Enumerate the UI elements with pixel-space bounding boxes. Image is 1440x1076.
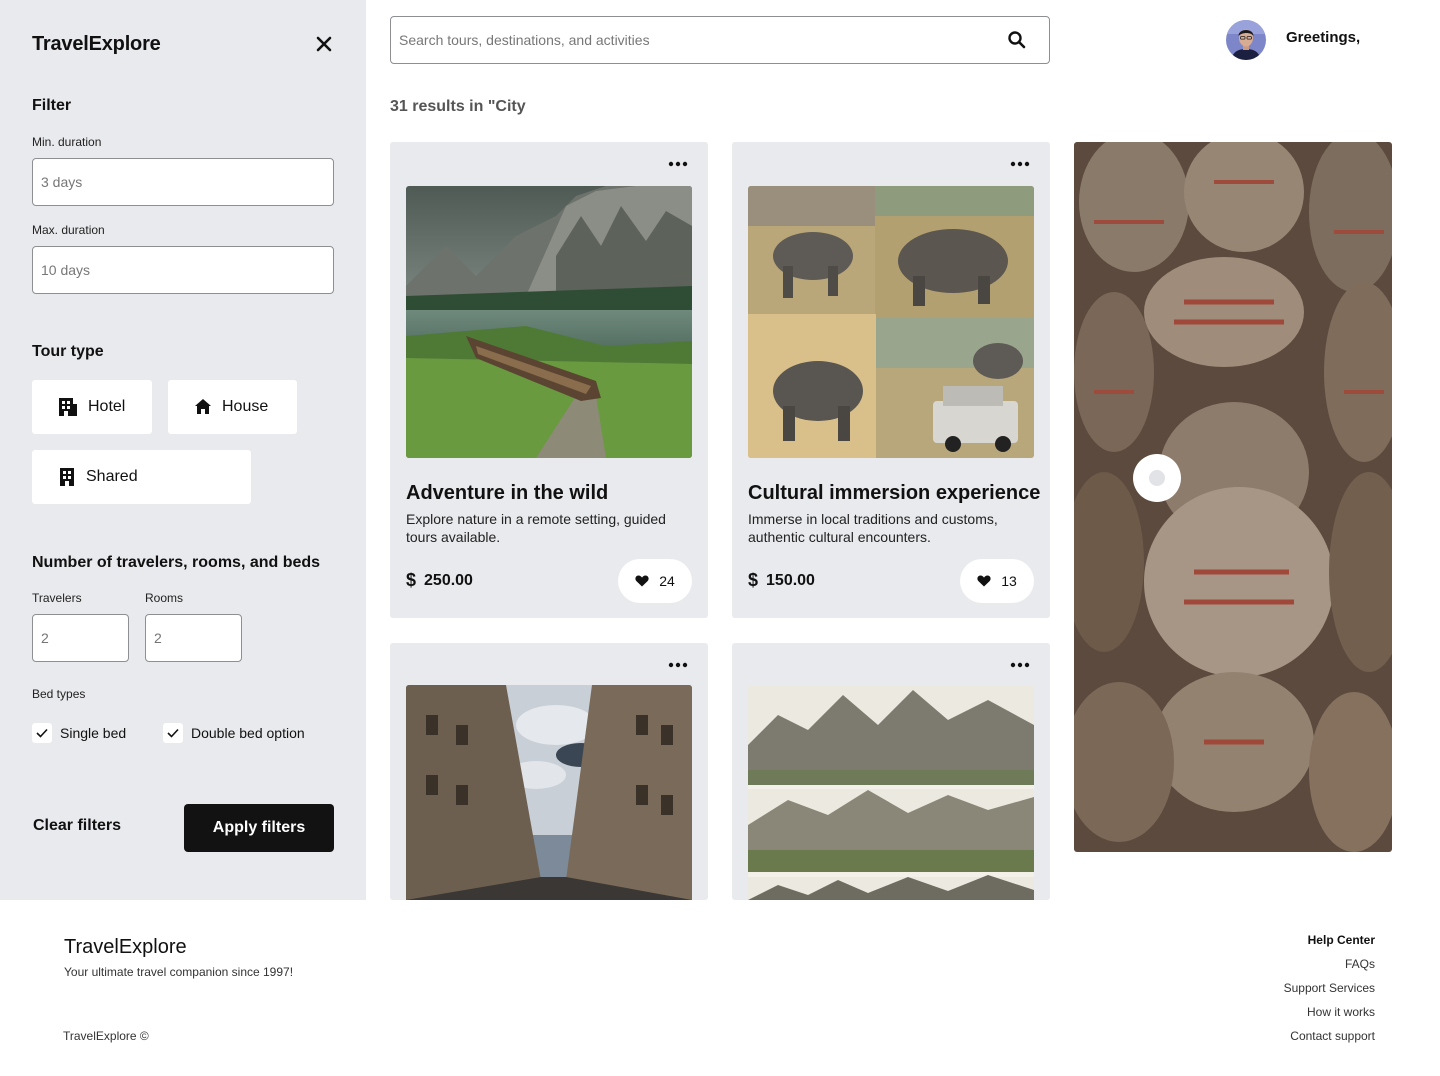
bed-types-label: Bed types — [32, 687, 86, 701]
filter-sidebar: TravelExplore Filter Min. duration Max. … — [0, 0, 366, 900]
footer-tagline: Your ultimate travel companion since 199… — [64, 965, 294, 979]
tour-type-label: House — [222, 398, 269, 415]
close-sidebar-button[interactable] — [312, 32, 336, 56]
tour-type-label: Shared — [86, 468, 138, 485]
like-button[interactable]: 13 — [960, 559, 1034, 603]
greeting-text: Greetings, — [1286, 29, 1361, 46]
heart-icon — [635, 575, 649, 587]
tour-type-shared-button[interactable]: Shared — [32, 450, 251, 504]
hotel-icon — [59, 398, 77, 416]
like-count: 13 — [1001, 573, 1017, 589]
tour-image[interactable] — [748, 186, 1034, 458]
check-icon — [167, 728, 179, 738]
filter-title: Filter — [32, 97, 72, 114]
single-bed-checkbox[interactable]: Single bed — [32, 723, 126, 743]
price-value: 250.00 — [424, 571, 473, 589]
tour-type-house-button[interactable]: House — [168, 380, 297, 434]
slider-dot — [1149, 470, 1165, 486]
tour-image[interactable] — [406, 186, 692, 458]
app-root: TravelExplore Filter Min. duration Max. … — [0, 0, 1440, 1076]
max-duration-input[interactable] — [32, 246, 334, 294]
footer-brand: TravelExplore — [64, 936, 187, 958]
city-street-photo — [406, 685, 692, 900]
min-duration-input[interactable] — [32, 158, 334, 206]
min-duration-label: Min. duration — [32, 135, 102, 149]
search-icon[interactable] — [1007, 30, 1027, 50]
footer-links: Help Center FAQs Support Services How it… — [1284, 933, 1375, 1053]
featured-image[interactable] — [1074, 142, 1392, 852]
building-icon — [60, 468, 74, 486]
pottery-photo — [1074, 142, 1392, 852]
double-bed-checkbox[interactable]: Double bed option — [163, 723, 305, 743]
tour-image[interactable] — [406, 685, 692, 900]
travelers-section-title: Number of travelers, rooms, and beds — [32, 554, 321, 571]
tour-title: Cultural immersion experience — [748, 482, 1041, 504]
tour-description: Immerse in local traditions and customs,… — [748, 511, 998, 545]
footer-link-how-it-works[interactable]: How it works — [1284, 1005, 1375, 1029]
tour-card[interactable] — [390, 643, 708, 900]
close-icon — [316, 36, 332, 52]
rooms-label: Rooms — [145, 591, 184, 605]
image-slider-handle[interactable] — [1133, 454, 1181, 502]
footer-link-support-services[interactable]: Support Services — [1284, 981, 1375, 1005]
tour-description: Explore nature in a remote setting, guid… — [406, 511, 666, 545]
sidebar-brand: TravelExplore — [32, 33, 161, 55]
tour-type-hotel-button[interactable]: Hotel — [32, 380, 152, 434]
search-bar — [390, 16, 1050, 64]
like-button[interactable]: 24 — [618, 559, 692, 603]
house-icon — [195, 399, 211, 414]
more-options-icon[interactable] — [668, 154, 688, 174]
tour-card[interactable]: Cultural immersion experience Immerse in… — [732, 142, 1050, 618]
tour-type-title: Tour type — [32, 343, 104, 360]
mountain-panorama-photo — [748, 685, 1034, 900]
user-avatar-icon — [1226, 20, 1266, 60]
elephant-collage-photo — [748, 186, 1034, 458]
tour-card[interactable] — [732, 643, 1050, 900]
tour-card[interactable]: Adventure in the wild Explore nature in … — [390, 142, 708, 618]
max-duration-label: Max. duration — [32, 223, 105, 237]
footer-copyright: TravelExplore © — [63, 1029, 149, 1043]
clear-filters-button[interactable]: Clear filters — [33, 817, 121, 835]
tour-image[interactable] — [748, 685, 1034, 900]
check-icon — [36, 728, 48, 738]
more-options-icon[interactable] — [1010, 154, 1030, 174]
rooms-input[interactable] — [145, 614, 242, 662]
lake-boat-photo — [406, 186, 692, 458]
travelers-label: Travelers — [32, 591, 82, 605]
dollar-icon: $ — [748, 570, 759, 590]
search-input[interactable] — [399, 17, 989, 63]
tour-type-label: Hotel — [88, 398, 126, 415]
checkbox-box[interactable] — [32, 723, 52, 743]
checkbox-label: Single bed — [60, 725, 127, 741]
help-center-title: Help Center — [1307, 933, 1375, 947]
like-count: 24 — [659, 573, 675, 589]
dollar-icon: $ — [406, 570, 417, 590]
more-options-icon[interactable] — [1010, 655, 1030, 675]
travelers-input[interactable] — [32, 614, 129, 662]
checkbox-box[interactable] — [163, 723, 183, 743]
footer-link-contact-support[interactable]: Contact support — [1284, 1029, 1375, 1053]
avatar[interactable] — [1226, 20, 1266, 60]
more-options-icon[interactable] — [668, 655, 688, 675]
tour-price: $ 150.00 — [748, 570, 815, 591]
tour-price: $ 250.00 — [406, 570, 473, 591]
results-count: 31 results in "City — [390, 98, 526, 115]
apply-filters-button[interactable]: Apply filters — [184, 804, 334, 852]
price-value: 150.00 — [766, 571, 815, 589]
footer-link-faqs[interactable]: FAQs — [1284, 957, 1375, 981]
heart-icon — [977, 575, 991, 587]
checkbox-label: Double bed option — [191, 725, 305, 741]
tour-title: Adventure in the wild — [406, 482, 609, 504]
